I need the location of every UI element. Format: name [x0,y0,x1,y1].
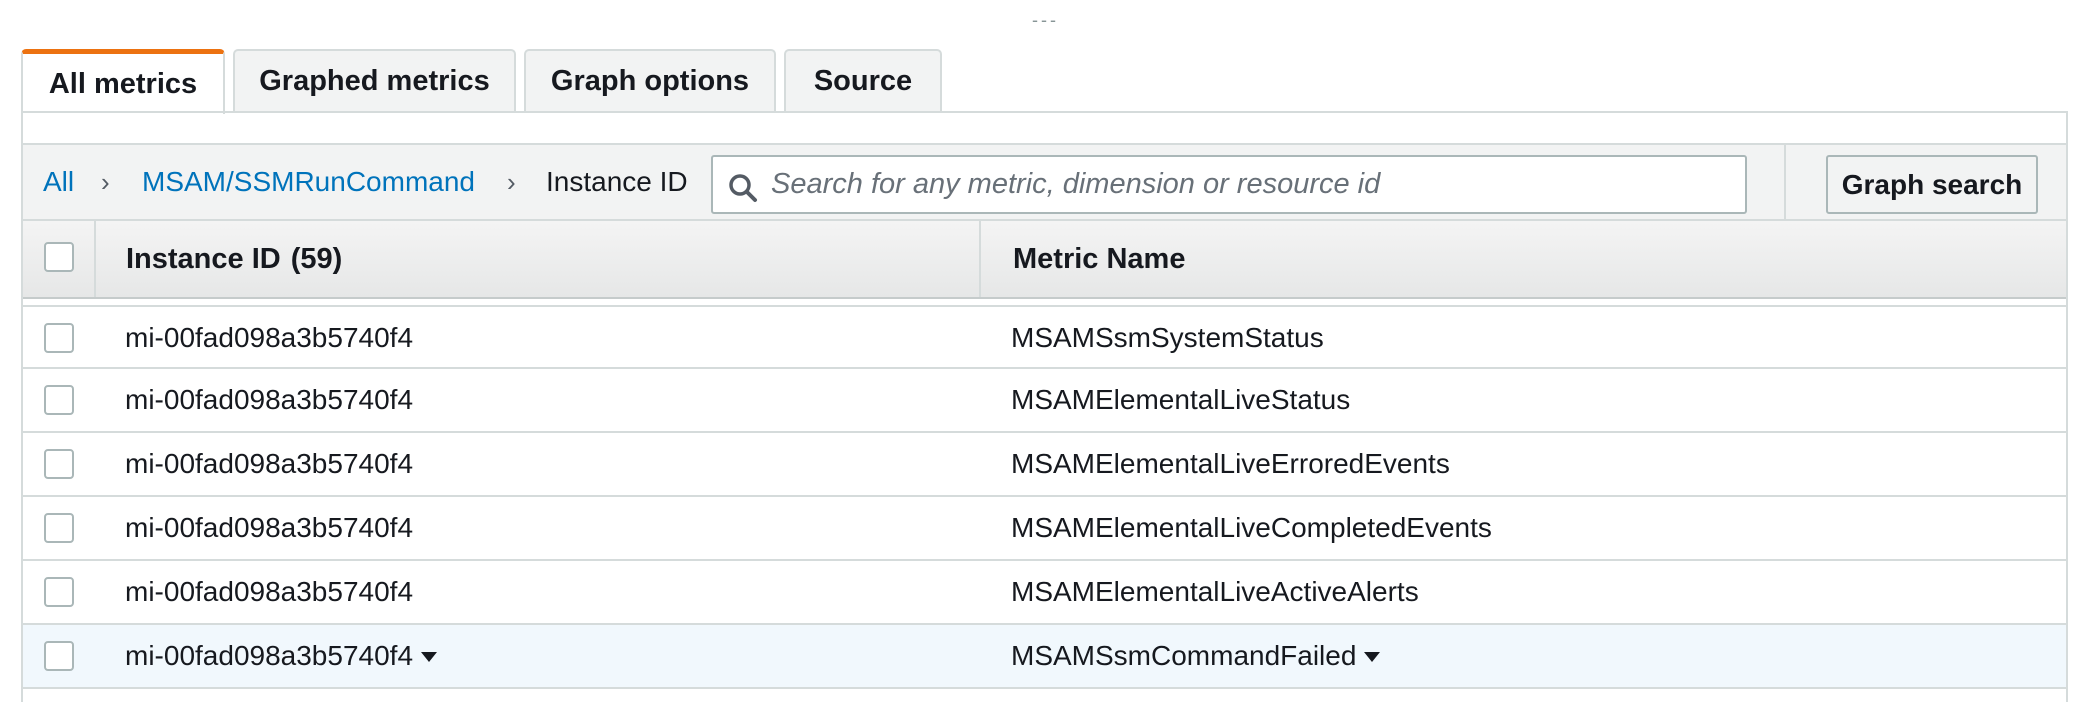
metric-search-input[interactable] [771,157,1731,212]
tab-source[interactable]: Source [784,49,942,112]
metrics-table-body: mi-00fad098a3b5740f4 MSAMSsmSystemStatus… [23,305,2066,689]
column-divider[interactable] [979,221,981,297]
row-checkbox[interactable] [44,577,74,607]
row-checkbox[interactable] [44,385,74,415]
row-checkbox[interactable] [44,641,74,671]
metric-name-cell: MSAMSsmCommandFailed [1011,625,1381,687]
metric-name-text: MSAMSsmCommandFailed [1011,640,1357,671]
instance-id-cell: mi-00fad098a3b5740f4 [125,448,414,479]
instance-id-cell: mi-00fad098a3b5740f4 [125,576,414,607]
instance-id-cell: mi-00fad098a3b5740f4 [125,384,414,415]
browse-toolbar: All › MSAM/SSMRunCommand › Instance ID G… [23,143,2066,221]
resize-handle-icon[interactable]: - - - [1032,11,1058,29]
caret-down-icon[interactable] [1364,652,1381,662]
table-row[interactable]: mi-00fad098a3b5740f4 MSAMSsmCommandFaile… [23,625,2066,689]
search-icon [729,174,757,202]
instance-count: (59) [290,242,343,275]
metric-search-box[interactable] [711,155,1747,214]
metric-name-cell: MSAMElementalLiveActiveAlerts [1011,576,1419,607]
metric-name-cell: MSAMElementalLiveStatus [1011,384,1351,415]
tab-bar: All metrics Graphed metrics Graph option… [21,49,942,114]
breadcrumb-separator: › [101,166,110,197]
table-row[interactable]: mi-00fad098a3b5740f4 MSAMElementalLiveAc… [23,561,2066,625]
tab-all-metrics[interactable]: All metrics [21,49,225,114]
graph-search-button[interactable]: Graph search [1826,155,2038,214]
metric-name-cell: MSAMElementalLiveCompletedEvents [1011,512,1492,543]
breadcrumb-separator: › [507,166,516,197]
select-all-checkbox[interactable] [44,242,74,272]
row-checkbox[interactable] [44,513,74,543]
instance-id-cell: mi-00fad098a3b5740f4 [125,625,438,687]
metric-name-cell: MSAMElementalLiveErroredEvents [1011,448,1450,479]
breadcrumb-dimension: Instance ID [546,166,688,197]
caret-down-icon[interactable] [421,652,438,662]
table-header: Instance ID (59) Metric Name [23,221,2066,299]
table-row[interactable]: mi-00fad098a3b5740f4 MSAMElementalLiveSt… [23,369,2066,433]
metric-name-cell: MSAMSsmSystemStatus [1011,322,1324,353]
row-checkbox[interactable] [44,449,74,479]
row-checkbox[interactable] [44,323,74,353]
select-all-cell [23,221,96,297]
column-label: Instance ID [126,242,281,275]
toolbar-divider [1784,145,1786,219]
instance-id-cell: mi-00fad098a3b5740f4 [125,512,414,543]
column-header-instance-id[interactable]: Instance ID (59) [126,221,342,297]
instance-id-cell: mi-00fad098a3b5740f4 [125,322,414,353]
table-row[interactable]: mi-00fad098a3b5740f4 MSAMElementalLiveCo… [23,497,2066,561]
breadcrumb-namespace[interactable]: MSAM/SSMRunCommand [142,145,475,219]
column-header-metric-name[interactable]: Metric Name [1013,221,1185,297]
breadcrumb-all[interactable]: All [43,145,74,219]
tab-graph-options[interactable]: Graph options [524,49,776,112]
instance-id-text: mi-00fad098a3b5740f4 [125,640,414,671]
tab-graphed-metrics[interactable]: Graphed metrics [233,49,516,112]
table-row[interactable]: mi-00fad098a3b5740f4 MSAMElementalLiveEr… [23,433,2066,497]
metrics-panel: All › MSAM/SSMRunCommand › Instance ID G… [21,111,2068,702]
table-row[interactable]: mi-00fad098a3b5740f4 MSAMSsmSystemStatus [23,305,2066,369]
